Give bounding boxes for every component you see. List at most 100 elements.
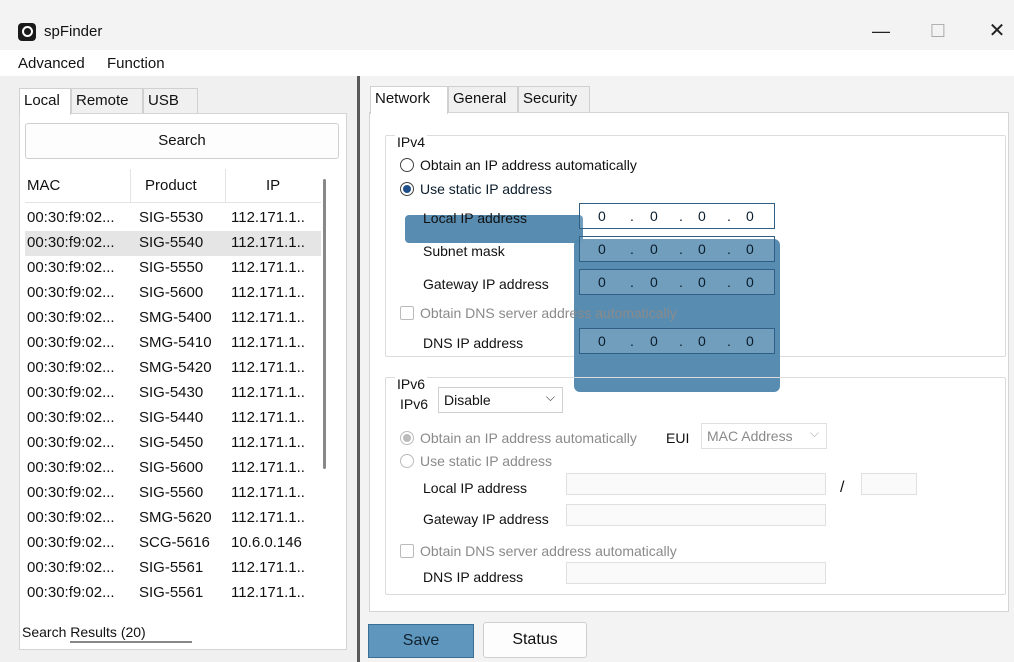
- octet: 0: [598, 333, 606, 349]
- octet: 0: [746, 241, 754, 257]
- column-header-product[interactable]: Product: [145, 177, 197, 194]
- ipv4-static-label: Use static IP address: [420, 181, 553, 197]
- app-logo-icon: [18, 23, 36, 41]
- octet-dot: .: [679, 208, 683, 224]
- table-row[interactable]: 00:30:f9:02... SIG-5600 112.171.1..: [25, 456, 321, 481]
- cell-product: SMG-5620: [139, 509, 212, 526]
- column-header-ip[interactable]: IP: [266, 177, 280, 194]
- column-divider: [130, 169, 131, 203]
- table-row[interactable]: 00:30:f9:02... SMG-5420 112.171.1..: [25, 356, 321, 381]
- ipv6-prefix-input[interactable]: [861, 473, 917, 495]
- table-row[interactable]: 00:30:f9:02... SIG-5561 112.171.1..: [25, 581, 321, 606]
- tab-network[interactable]: Network: [370, 86, 448, 114]
- subnet-mask-input[interactable]: 0 . 0 . 0 . 0: [579, 236, 775, 262]
- cell-mac: 00:30:f9:02...: [27, 359, 115, 376]
- ipv6-dns-ip-input[interactable]: [566, 562, 826, 584]
- table-row[interactable]: 00:30:f9:02... SIG-5600 112.171.1..: [25, 281, 321, 306]
- ipv6-dns-auto-checkbox[interactable]: [400, 544, 414, 558]
- cell-product: SIG-5560: [139, 484, 204, 501]
- cell-product: SIG-5561: [139, 584, 204, 601]
- octet: 0: [698, 274, 706, 290]
- network-tab-body: IPv4 Obtain an IP address automatically …: [369, 112, 1009, 612]
- column-header-mac[interactable]: MAC: [27, 177, 60, 194]
- octet: 0: [598, 241, 606, 257]
- table-row[interactable]: 00:30:f9:02... SIG-5530 112.171.1..: [25, 206, 321, 231]
- local-ip-input[interactable]: 0 . 0 . 0 . 0: [579, 203, 775, 229]
- octet-dot: .: [630, 241, 634, 257]
- cell-mac: 00:30:f9:02...: [27, 334, 115, 351]
- octet-dot: .: [727, 333, 731, 349]
- octet-dot: .: [727, 274, 731, 290]
- cell-mac: 00:30:f9:02...: [27, 559, 115, 576]
- octet: 0: [746, 274, 754, 290]
- ipv6-mode-select[interactable]: Disable ⌵: [438, 387, 563, 413]
- table-row[interactable]: 00:30:f9:02... SCG-5616 10.6.0.146: [25, 531, 321, 556]
- table-row[interactable]: 00:30:f9:02... SIG-5540 112.171.1..: [25, 231, 321, 256]
- dns-ip-input[interactable]: 0 . 0 . 0 . 0: [579, 328, 775, 354]
- menu-advanced[interactable]: Advanced: [18, 55, 85, 72]
- ipv6-obtain-auto-label: Obtain an IP address automatically: [420, 430, 637, 446]
- ipv6-static-radio[interactable]: [400, 454, 414, 468]
- ipv6-dns-auto-label: Obtain DNS server address automatically: [420, 543, 677, 559]
- device-list-panel: Local Remote USB Search MAC Product IP 0…: [0, 76, 357, 662]
- ipv4-static-radio[interactable]: [400, 182, 414, 196]
- prefix-separator: /: [840, 479, 845, 496]
- ipv6-gateway-ip-input[interactable]: [566, 504, 826, 526]
- cell-product: SIG-5430: [139, 384, 204, 401]
- maximize-icon[interactable]: ☐: [925, 19, 951, 43]
- table-row[interactable]: 00:30:f9:02... SMG-5400 112.171.1..: [25, 306, 321, 331]
- local-ip-label: Local IP address: [423, 210, 528, 226]
- cell-product: SIG-5550: [139, 259, 204, 276]
- save-button[interactable]: Save: [368, 624, 474, 658]
- chevron-down-icon: ⌵: [809, 426, 819, 440]
- cell-mac: 00:30:f9:02...: [27, 309, 115, 326]
- cell-mac: 00:30:f9:02...: [27, 409, 115, 426]
- ipv6-local-ip-input[interactable]: [566, 473, 826, 495]
- gateway-ip-input[interactable]: 0 . 0 . 0 . 0: [579, 269, 775, 295]
- table-row[interactable]: 00:30:f9:02... SIG-5550 112.171.1..: [25, 256, 321, 281]
- cell-mac: 00:30:f9:02...: [27, 509, 115, 526]
- tab-local[interactable]: Local: [19, 88, 71, 115]
- cell-product: SMG-5420: [139, 359, 212, 376]
- eui-select[interactable]: MAC Address ⌵: [701, 423, 827, 449]
- cell-ip: 112.171.1..: [231, 259, 305, 276]
- table-row[interactable]: 00:30:f9:02... SIG-5560 112.171.1..: [25, 481, 321, 506]
- table-row[interactable]: 00:30:f9:02... SIG-5440 112.171.1..: [25, 406, 321, 431]
- tab-remote[interactable]: Remote: [71, 88, 143, 114]
- cell-ip: 112.171.1..: [231, 509, 305, 526]
- table-row[interactable]: 00:30:f9:02... SIG-5561 112.171.1..: [25, 556, 321, 581]
- cell-ip: 112.171.1..: [231, 234, 305, 251]
- octet-dot: .: [727, 241, 731, 257]
- minimize-icon[interactable]: —: [868, 19, 894, 43]
- cell-product: SIG-5600: [139, 284, 204, 301]
- ipv4-obtain-auto-radio[interactable]: [400, 158, 414, 172]
- menu-bar: Advanced Function: [0, 50, 1014, 76]
- status-button[interactable]: Status: [483, 622, 587, 658]
- cell-mac: 00:30:f9:02...: [27, 484, 115, 501]
- table-row[interactable]: 00:30:f9:02... SIG-5450 112.171.1..: [25, 431, 321, 456]
- tab-security[interactable]: Security: [518, 86, 590, 113]
- search-results-count: Search Results (20): [22, 624, 146, 640]
- cell-product: SMG-5410: [139, 334, 212, 351]
- horizontal-scrollbar[interactable]: [70, 641, 192, 643]
- tab-usb[interactable]: USB: [143, 88, 198, 114]
- table-row[interactable]: 00:30:f9:02... SMG-5620 112.171.1..: [25, 506, 321, 531]
- ipv6-dns-ip-label: DNS IP address: [423, 569, 524, 585]
- table-row[interactable]: 00:30:f9:02... SMG-5410 112.171.1..: [25, 331, 321, 356]
- menu-function[interactable]: Function: [107, 55, 165, 72]
- cell-mac: 00:30:f9:02...: [27, 209, 115, 226]
- cell-ip: 112.171.1..: [231, 334, 305, 351]
- cell-product: SIG-5561: [139, 559, 204, 576]
- vertical-scrollbar[interactable]: [323, 179, 326, 469]
- ipv4-dns-auto-checkbox[interactable]: [400, 306, 414, 320]
- close-icon[interactable]: ✕: [984, 19, 1010, 43]
- ipv6-mode-value: Disable: [444, 392, 491, 408]
- cell-ip: 112.171.1..: [231, 459, 305, 476]
- search-button[interactable]: Search: [25, 123, 339, 159]
- ipv6-obtain-auto-radio[interactable]: [400, 431, 414, 445]
- table-row[interactable]: 00:30:f9:02... SIG-5430 112.171.1..: [25, 381, 321, 406]
- cell-ip: 112.171.1..: [231, 409, 305, 426]
- cell-product: SCG-5616: [139, 534, 210, 551]
- tab-general[interactable]: General: [448, 86, 518, 113]
- ipv6-mode-label: IPv6: [400, 396, 429, 412]
